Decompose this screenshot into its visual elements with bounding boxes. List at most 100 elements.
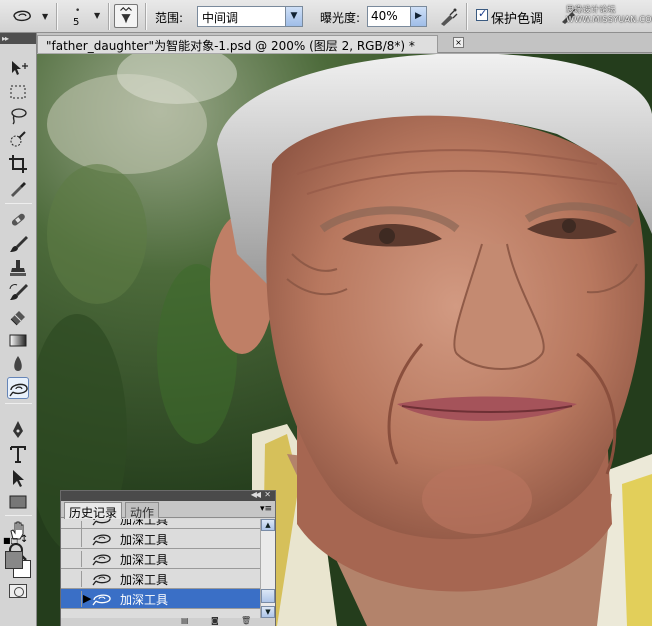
history-brush-icon: [9, 284, 28, 300]
airbrush-button[interactable]: [437, 6, 459, 28]
history-item-label: 加深工具: [120, 593, 169, 607]
foreground-color-swatch[interactable]: [5, 551, 23, 569]
history-item-label: 加深工具: [120, 573, 169, 587]
chevron-down-icon: ▼: [285, 7, 302, 26]
gradient-tool[interactable]: [7, 329, 29, 351]
range-label: 范围:: [155, 11, 184, 25]
brush-tool[interactable]: [7, 233, 29, 255]
burn-tool-icon: [92, 519, 111, 526]
eraser-icon: [10, 311, 25, 326]
burn-tool-icon: [92, 574, 111, 586]
new-snapshot-icon[interactable]: ◙: [211, 616, 219, 625]
close-icon[interactable]: ✕: [264, 490, 271, 499]
divider: [145, 3, 147, 30]
brush-tip-icon: •: [75, 6, 81, 16]
burn-tool-icon: [92, 554, 111, 566]
history-brush-source-checkbox[interactable]: [66, 531, 82, 547]
divider: [108, 3, 110, 30]
eyedropper-tool[interactable]: [7, 177, 29, 199]
scroll-up-icon[interactable]: ▲: [261, 519, 275, 531]
divider: [56, 3, 58, 30]
history-item-label: 加深工具: [120, 519, 169, 527]
panel-titlebar[interactable]: ◀◀ ✕: [61, 490, 275, 501]
clone-stamp-tool[interactable]: [7, 257, 29, 279]
history-item-selected[interactable]: ▶ 加深工具: [61, 589, 260, 609]
range-select[interactable]: 中间调 ▼: [197, 6, 303, 27]
protect-tones-checkbox[interactable]: [476, 7, 488, 21]
path-selection-tool[interactable]: [7, 467, 29, 489]
airbrush-icon: [441, 8, 458, 26]
crop-tool[interactable]: [7, 153, 29, 175]
eraser-tool[interactable]: [7, 305, 29, 327]
divider: [5, 203, 32, 204]
healing-brush-icon: [11, 213, 25, 226]
burn-tool-icon: [92, 594, 111, 606]
exposure-label: 曝光度:: [320, 11, 361, 25]
history-tabs: 历史记录 动作 ▾≡: [61, 501, 275, 520]
scrollbar-thumb[interactable]: [261, 589, 275, 603]
options-bar: ▼ • 5 ▼ 范围: 中间调 ▼ 曝光度: 40% ▶ 保护色调 思缘设计论坛…: [0, 0, 652, 33]
history-item[interactable]: 加深工具: [61, 549, 260, 569]
type-tool[interactable]: [7, 443, 29, 465]
new-document-from-state-icon[interactable]: ▤: [181, 616, 189, 625]
blur-tool[interactable]: [7, 353, 29, 375]
chevron-right-icon: ▶: [415, 11, 422, 21]
history-list: 加深工具 加深工具 加深工具 加深工具 ▶ 加深工具: [61, 519, 260, 618]
divider: [466, 3, 468, 30]
pen-tool[interactable]: [7, 419, 29, 441]
tab-history[interactable]: 历史记录: [64, 502, 123, 520]
document-title: "father_daughter"为智能对象-1.psd @ 200% (图层 …: [46, 39, 415, 53]
exposure-input[interactable]: 40%: [367, 6, 411, 27]
delete-state-icon[interactable]: 🗑: [241, 616, 251, 625]
path-selection-icon: [13, 470, 24, 487]
protect-tones-label: 保护色调: [491, 12, 544, 27]
swap-colors-icon[interactable]: ↕: [20, 534, 28, 545]
rectangle-icon: [9, 495, 27, 509]
marquee-icon: [10, 85, 26, 99]
history-scrollbar[interactable]: ▲ ▼: [260, 519, 275, 618]
clone-stamp-icon: [10, 260, 26, 276]
history-item[interactable]: 加深工具: [61, 519, 260, 537]
document-tab[interactable]: "father_daughter"为智能对象-1.psd @ 200% (图层 …: [37, 35, 438, 53]
tools-panel: ▸▸ ■□ ↕: [0, 33, 37, 626]
rectangle-tool[interactable]: [7, 491, 29, 513]
blur-icon: [14, 356, 22, 371]
burn-tool-icon: [13, 10, 31, 22]
burn-tool[interactable]: [7, 377, 29, 399]
marquee-tool[interactable]: [7, 81, 29, 103]
quick-selection-icon: [10, 131, 26, 147]
brush-panel-button[interactable]: [114, 4, 138, 28]
tools-panel-collapse-icon[interactable]: ▸▸: [0, 33, 36, 44]
lasso-tool[interactable]: [7, 105, 29, 127]
history-item-label: 加深工具: [120, 553, 169, 567]
history-brush-source-checkbox[interactable]: [66, 551, 82, 567]
history-brush-tool[interactable]: [7, 281, 29, 303]
pen-icon: [13, 421, 23, 438]
burn-tool-icon: [92, 534, 111, 546]
history-item[interactable]: 加深工具: [61, 529, 260, 549]
panel-menu-icon[interactable]: ▾≡: [260, 504, 272, 514]
divider: [5, 515, 32, 516]
tab-actions[interactable]: 动作: [125, 502, 160, 520]
quick-mask-button[interactable]: [9, 584, 27, 598]
quick-selection-tool[interactable]: [7, 129, 29, 151]
scroll-down-icon[interactable]: ▼: [261, 606, 275, 618]
default-colors-icon[interactable]: ■□: [3, 536, 18, 545]
brush-panel-icon: [120, 6, 132, 24]
history-item[interactable]: 加深工具: [61, 569, 260, 589]
gradient-icon: [9, 334, 27, 347]
chevron-down-icon: ▼: [94, 11, 101, 20]
exposure-slider-button[interactable]: ▶: [410, 6, 427, 27]
brush-size-picker[interactable]: • 5 ▼: [64, 2, 104, 30]
healing-brush-tool[interactable]: [7, 209, 29, 231]
type-icon: [10, 446, 26, 463]
history-brush-source-checkbox[interactable]: [66, 591, 82, 607]
move-tool[interactable]: [7, 57, 29, 79]
history-item-label: 加深工具: [120, 533, 169, 547]
burn-icon: [9, 383, 28, 397]
brush-size-value: 5: [73, 17, 80, 28]
history-brush-source-checkbox[interactable]: [66, 571, 82, 587]
close-icon[interactable]: ×: [453, 37, 464, 48]
tool-preset-picker[interactable]: ▼: [6, 4, 52, 28]
collapse-icon[interactable]: ◀◀: [251, 490, 261, 499]
